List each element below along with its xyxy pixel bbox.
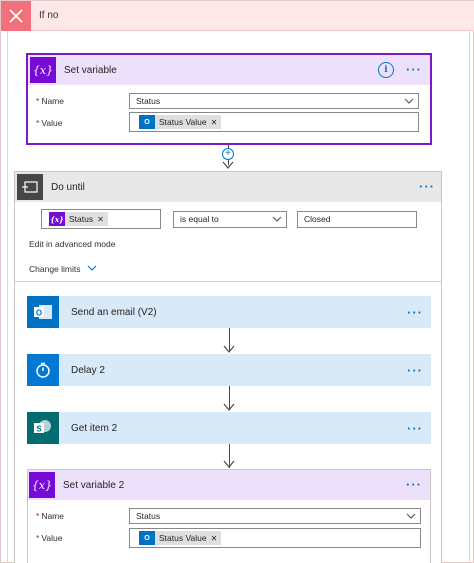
- name-label: * Name: [36, 96, 64, 106]
- remove-token-icon[interactable]: ✕: [211, 118, 222, 127]
- status-value-token[interactable]: O Status Value ✕: [139, 531, 222, 545]
- operator-dropdown[interactable]: is equal to: [173, 211, 287, 228]
- arrow-down-icon: [223, 460, 235, 468]
- name-dropdown[interactable]: Status: [129, 508, 421, 524]
- more-options-icon[interactable]: ···: [406, 478, 422, 491]
- set-variable-card[interactable]: {x} Set variable i ··· * Name Status * Val…: [26, 53, 432, 145]
- name-value: Status: [136, 96, 161, 106]
- chevron-down-icon: [404, 98, 414, 104]
- value-label: * Value: [36, 533, 63, 543]
- change-limits-link[interactable]: Change limits: [29, 264, 97, 274]
- card-header[interactable]: {x} Set variable 2 ···: [28, 470, 430, 500]
- card-title: Set variable 2: [63, 480, 125, 491]
- chevron-down-icon: [272, 216, 282, 222]
- arrow-down-icon: [223, 403, 235, 411]
- status-token[interactable]: {x} Status ✕: [49, 212, 108, 226]
- card-header[interactable]: {x} Set variable: [28, 55, 430, 85]
- arrow-down-icon: [222, 161, 234, 169]
- edit-advanced-mode-link[interactable]: Edit in advanced mode: [29, 239, 115, 249]
- do-until-card[interactable]: Do until ··· {x} Status ✕ is equal to Cl…: [14, 171, 442, 563]
- if-no-branch: If no {x} Set variable i ··· * Name Statu…: [0, 0, 474, 563]
- compare-value-input[interactable]: Closed: [297, 211, 417, 228]
- more-options-icon[interactable]: ···: [419, 180, 435, 193]
- variable-icon: {x}: [30, 57, 56, 83]
- sharepoint-icon: S: [27, 412, 59, 444]
- status-value-token[interactable]: O Status Value ✕: [139, 115, 222, 129]
- outlook-icon: O: [139, 115, 155, 129]
- arrow-down-icon: [223, 345, 235, 353]
- divider: [15, 281, 441, 282]
- name-value: Status: [136, 511, 161, 521]
- timer-icon: [27, 354, 59, 386]
- branch-body: {x} Set variable i ··· * Name Status * Val…: [7, 31, 470, 563]
- value-input[interactable]: O Status Value ✕: [129, 528, 421, 548]
- more-options-icon[interactable]: ···: [407, 364, 423, 377]
- action-title: Get item 2: [71, 423, 118, 434]
- remove-token-icon[interactable]: ✕: [97, 215, 108, 224]
- name-dropdown[interactable]: Status: [129, 93, 419, 109]
- action-title: Send an email (V2): [71, 307, 157, 318]
- send-email-action[interactable]: O Send an email (V2) ···: [27, 296, 431, 328]
- variable-icon: {x}: [29, 472, 55, 498]
- add-step-icon[interactable]: +: [222, 148, 234, 160]
- chevron-down-icon: [87, 265, 97, 271]
- more-options-icon[interactable]: ···: [407, 422, 423, 435]
- close-icon[interactable]: [1, 1, 31, 31]
- variable-icon: {x}: [49, 212, 65, 226]
- info-icon[interactable]: i: [378, 62, 394, 78]
- do-until-title: Do until: [51, 182, 85, 193]
- svg-text:S: S: [36, 425, 42, 434]
- svg-text:O: O: [36, 309, 42, 318]
- do-until-header[interactable]: Do until ···: [15, 172, 441, 202]
- action-title: Delay 2: [71, 365, 105, 376]
- value-label: * Value: [36, 118, 63, 128]
- branch-header: If no: [1, 1, 474, 31]
- more-options-icon[interactable]: ···: [407, 306, 423, 319]
- outlook-icon: O: [139, 531, 155, 545]
- more-options-icon[interactable]: ···: [406, 63, 422, 76]
- chevron-down-icon: [406, 513, 416, 519]
- outlook-icon: O: [27, 296, 59, 328]
- get-item-action[interactable]: S Get item 2 ···: [27, 412, 431, 444]
- name-label: * Name: [36, 511, 64, 521]
- condition-left-input[interactable]: {x} Status ✕: [41, 209, 161, 229]
- loop-icon: [17, 174, 43, 200]
- set-variable-2-card[interactable]: {x} Set variable 2 ··· * Name Status * Val…: [27, 469, 431, 563]
- branch-title: If no: [39, 10, 59, 21]
- delay-action[interactable]: Delay 2 ···: [27, 354, 431, 386]
- remove-token-icon[interactable]: ✕: [211, 534, 222, 543]
- card-title: Set variable: [64, 65, 117, 76]
- value-input[interactable]: O Status Value ✕: [129, 112, 419, 132]
